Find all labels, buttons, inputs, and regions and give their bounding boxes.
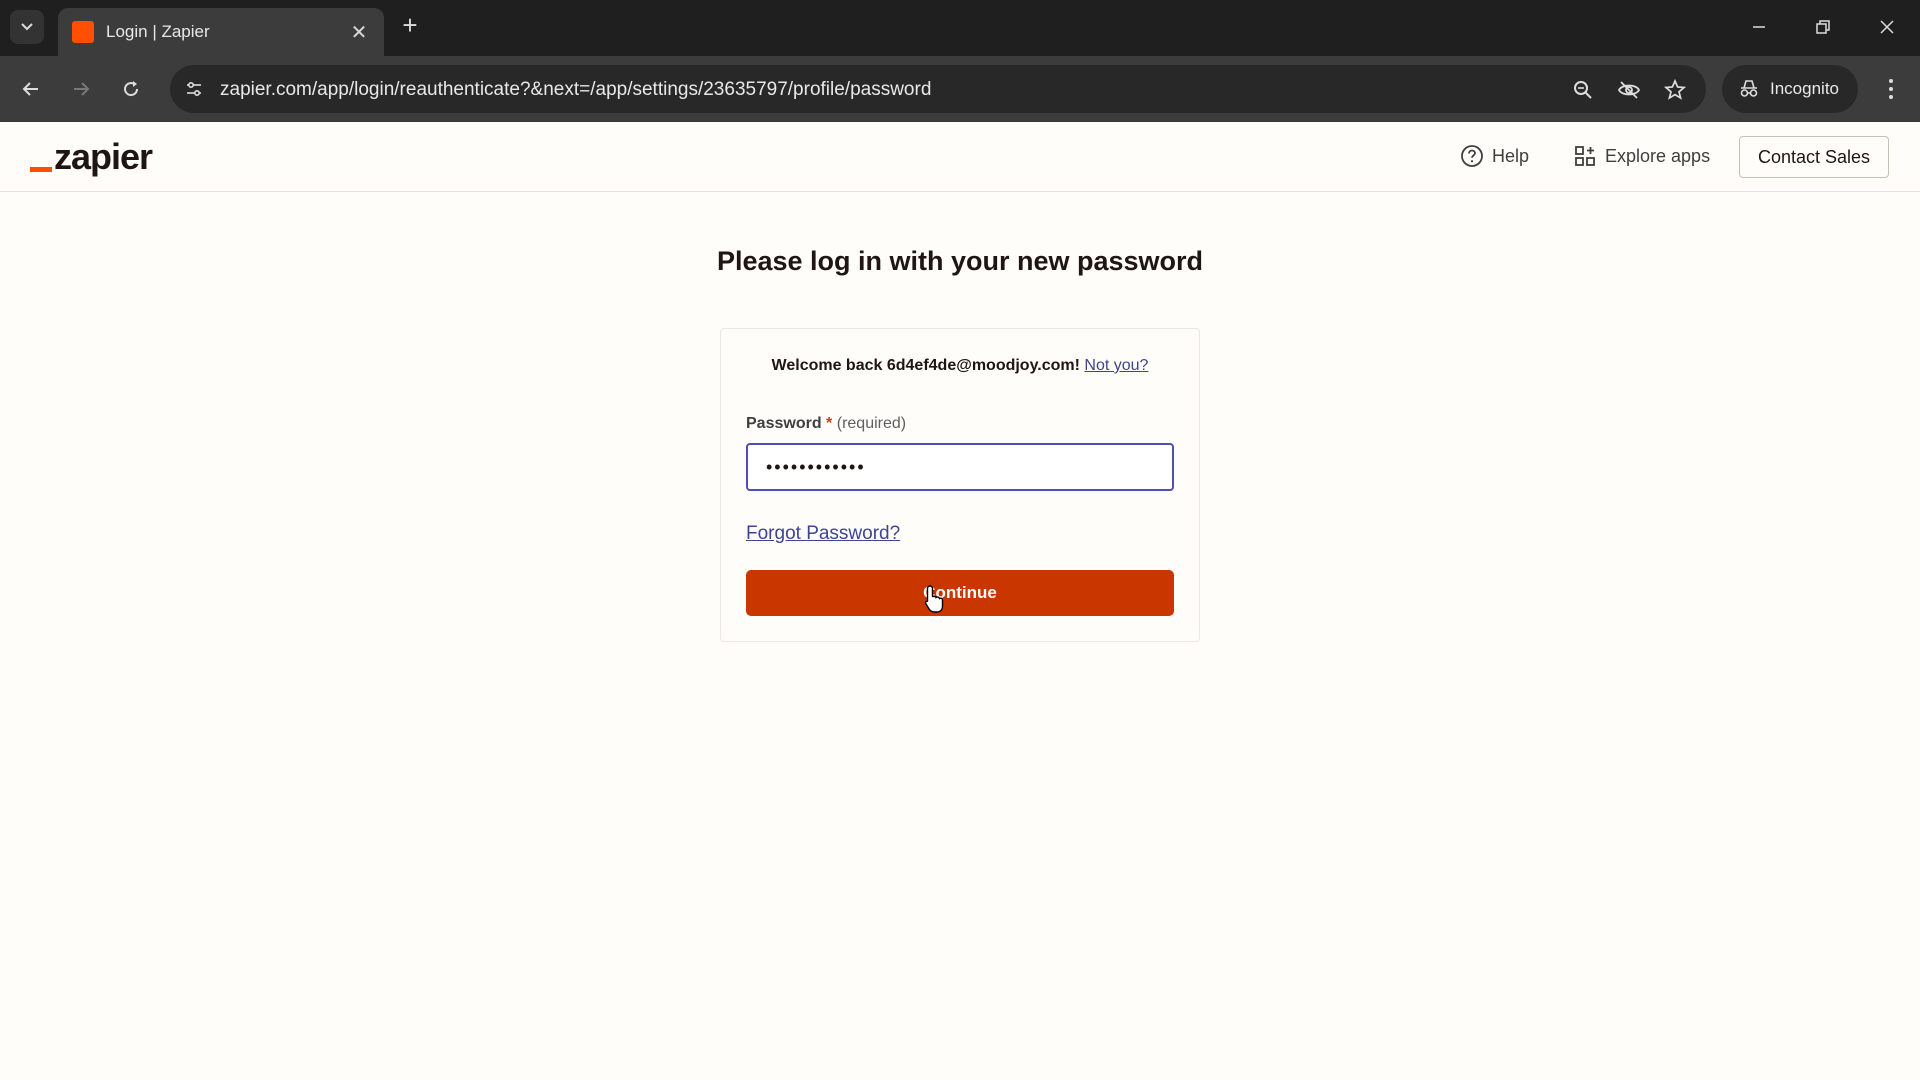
welcome-message: Welcome back 6d4ef4de@moodjoy.com! Not y…: [721, 357, 1199, 375]
apps-grid-icon: [1575, 146, 1595, 166]
browser-toolbar: zapier.com/app/login/reauthenticate?&nex…: [0, 56, 1920, 122]
required-text: (required): [836, 415, 907, 432]
reload-button[interactable]: [114, 72, 148, 106]
arrow-left-icon: [22, 82, 38, 96]
eye-off-icon: [1617, 81, 1641, 99]
explore-apps-link[interactable]: Explore apps: [1573, 144, 1710, 168]
browser-tab[interactable]: Login | Zapier ✕: [58, 8, 384, 56]
minimize-icon: [1753, 26, 1765, 28]
close-icon: [1880, 20, 1894, 34]
pointer-cursor-icon: [924, 585, 944, 613]
site-info-button[interactable]: [180, 75, 208, 103]
forgot-password-link[interactable]: Forgot Password?: [746, 523, 900, 545]
incognito-icon: [1740, 80, 1758, 97]
tab-search-button[interactable]: [10, 10, 44, 44]
star-icon: [1664, 79, 1686, 100]
password-label-text: Password: [746, 415, 822, 432]
tracking-protection-button[interactable]: [1616, 77, 1642, 103]
reload-icon: [124, 81, 139, 97]
zapier-logo[interactable]: zapier: [30, 136, 153, 178]
zapier-favicon-icon: [72, 21, 94, 43]
browser-tab-bar: Login | Zapier ✕ +: [0, 0, 1920, 56]
minimize-button[interactable]: [1744, 12, 1774, 42]
help-circle-icon: [1461, 145, 1483, 167]
required-star: *: [826, 415, 833, 432]
forward-button[interactable]: [64, 72, 98, 106]
tab-title: Login | Zapier: [106, 22, 210, 41]
restore-icon: [1816, 20, 1830, 34]
address-bar[interactable]: zapier.com/app/login/reauthenticate?&nex…: [170, 65, 1706, 113]
incognito-indicator[interactable]: Incognito: [1722, 65, 1858, 113]
more-vertical-icon: [1889, 79, 1893, 99]
page-title: Please log in with your new password: [716, 246, 1204, 276]
browser-menu-button[interactable]: [1876, 72, 1906, 106]
incognito-label: Incognito: [1770, 79, 1839, 98]
continue-button[interactable]: Continue: [746, 570, 1174, 616]
bookmark-button[interactable]: [1662, 77, 1688, 103]
restore-button[interactable]: [1808, 12, 1838, 42]
zoom-button[interactable]: [1570, 77, 1596, 103]
chevron-down-icon: [21, 23, 33, 31]
password-field[interactable]: [746, 443, 1174, 491]
url-text[interactable]: zapier.com/app/login/reauthenticate?&nex…: [220, 79, 931, 101]
explore-apps-label: Explore apps: [1605, 145, 1711, 166]
password-label: Password * (required): [746, 415, 906, 433]
login-card: Welcome back 6d4ef4de@moodjoy.com! Not y…: [720, 328, 1200, 642]
arrow-right-icon: [74, 82, 90, 96]
logo-text: zapier: [54, 136, 153, 177]
back-button[interactable]: [14, 72, 48, 106]
site-header: zapier Help Explore apps Contact Sales: [0, 122, 1920, 192]
logo-underscore: [30, 167, 52, 172]
new-tab-button[interactable]: +: [396, 12, 424, 40]
contact-sales-button[interactable]: Contact Sales: [1739, 136, 1889, 178]
help-label: Help: [1492, 145, 1530, 166]
tab-close-icon[interactable]: ✕: [348, 20, 370, 45]
not-you-link[interactable]: Not you?: [1084, 357, 1148, 374]
help-link[interactable]: Help: [1460, 144, 1529, 168]
tune-icon: [187, 81, 201, 97]
zoom-icon: [1574, 81, 1592, 99]
close-window-button[interactable]: [1872, 12, 1902, 42]
welcome-text: Welcome back 6d4ef4de@moodjoy.com!: [771, 357, 1085, 374]
